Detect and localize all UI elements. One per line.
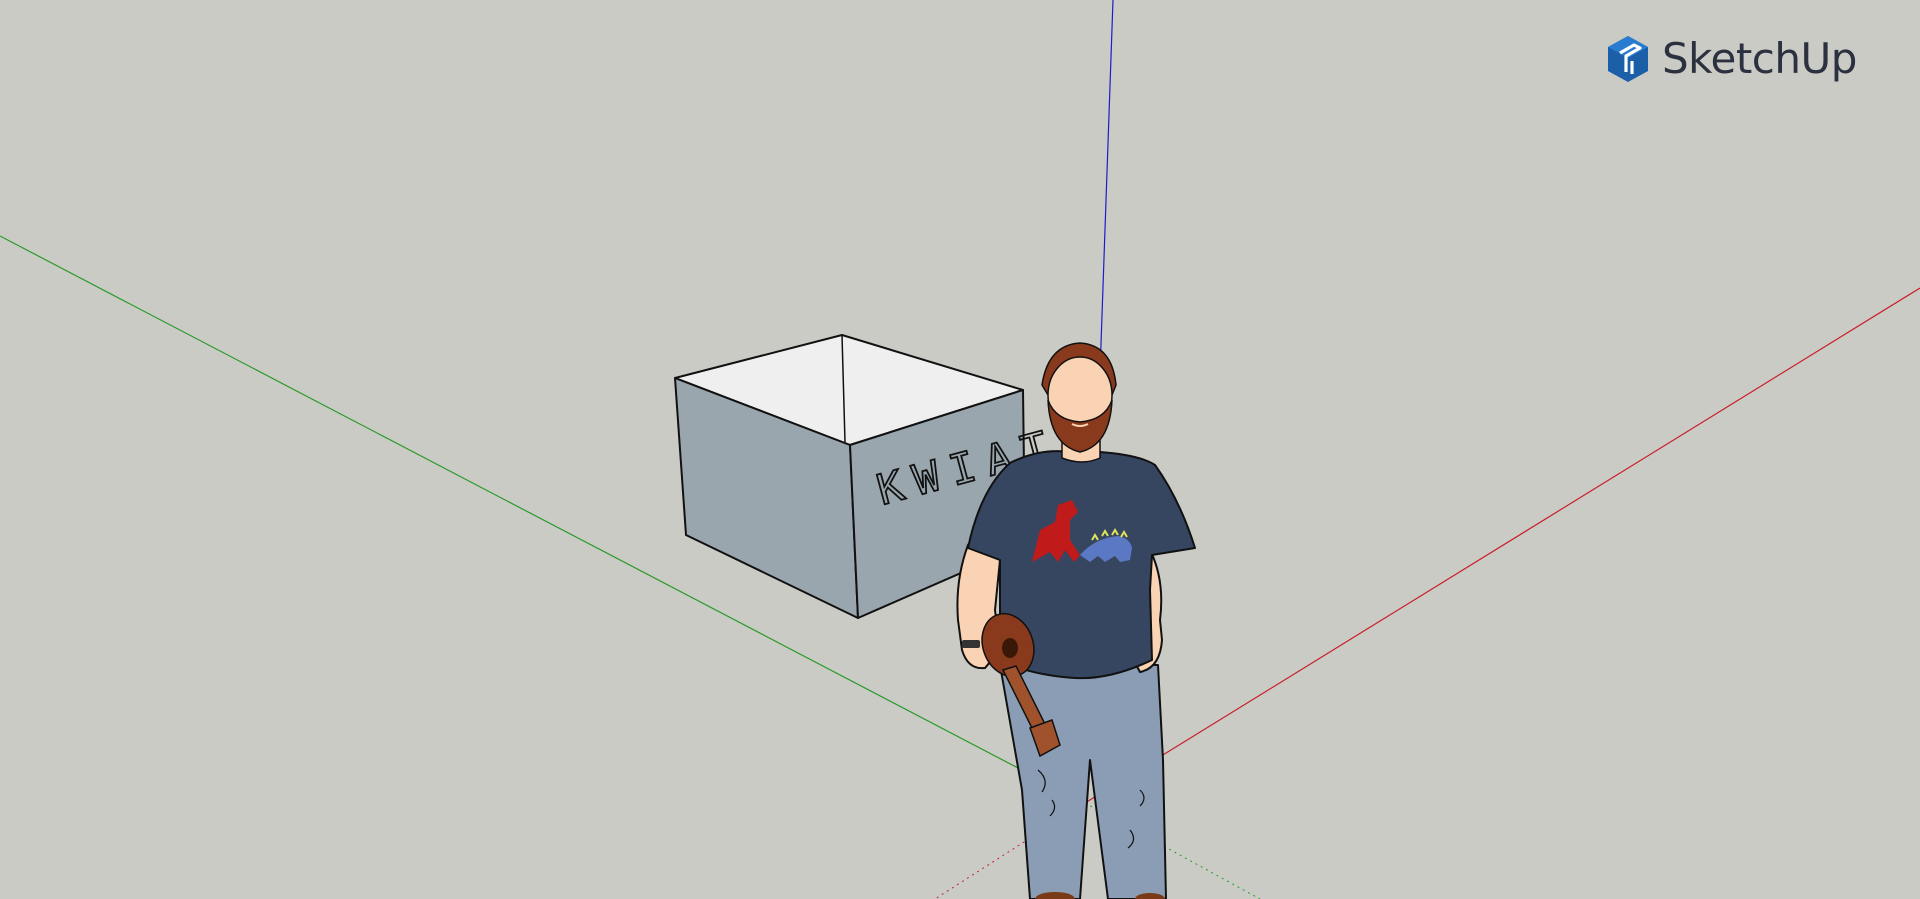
wristwatch (962, 640, 980, 648)
sketchup-logo-icon (1608, 36, 1648, 82)
brand-name: SketchUp (1662, 34, 1857, 83)
sketchup-logo: SketchUp (1604, 32, 1857, 86)
3d-scene[interactable]: KWIATY (0, 0, 1920, 899)
model-viewport[interactable]: KWIATY SketchUp (0, 0, 1920, 899)
red-axis (1084, 287, 1920, 804)
ukulele-soundhole (1002, 638, 1018, 658)
